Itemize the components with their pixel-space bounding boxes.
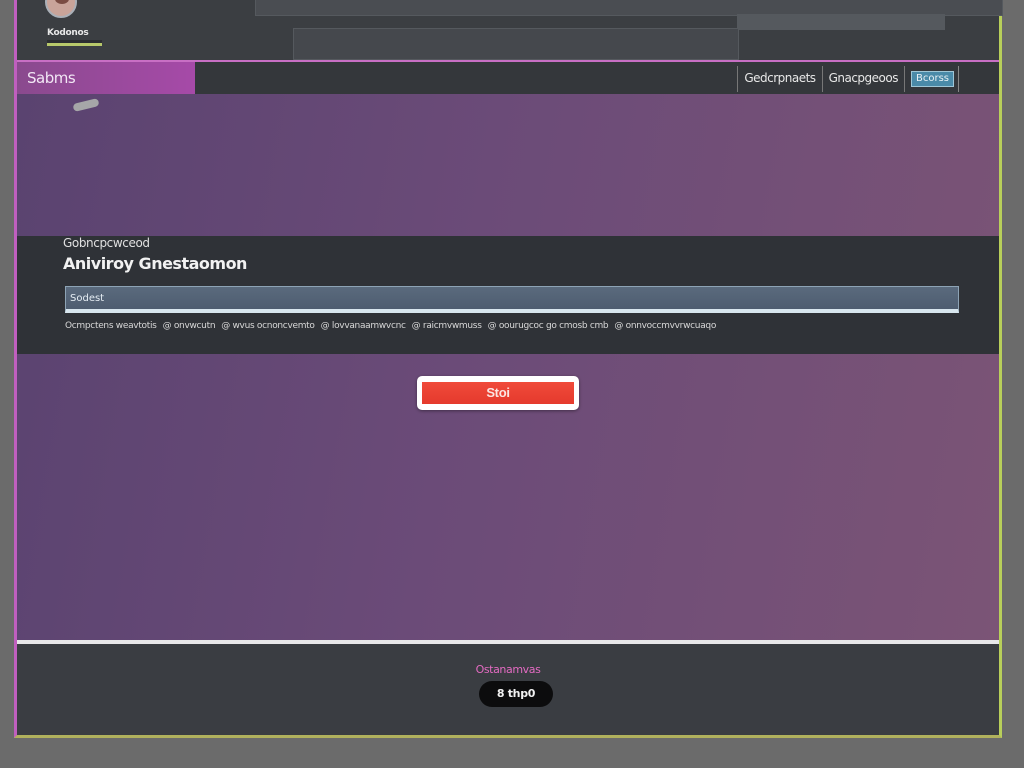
filter-option-5[interactable]: @ raicmvwmuss (412, 321, 482, 331)
filter-option-6[interactable]: @ oourugcoc go cmosb cmb (488, 321, 609, 331)
start-button-label: Stoi (422, 382, 574, 404)
nav-links: Gedcrpnaets Gnacpgeoos Bcorss (737, 66, 959, 92)
filter-options: Ocmpctens weavtotis @ onvwcutn @ wvus oc… (65, 321, 716, 331)
top-bar: Kodonos (17, 0, 1003, 60)
nav-divider (958, 66, 959, 92)
filter-option-7[interactable]: @ onnvoccmvvrwcuaqo (614, 321, 716, 331)
nav-link-2[interactable]: Gnacpgeoos (821, 66, 905, 92)
filter-option-4[interactable]: @ lovvanaamwvcnc (321, 321, 406, 331)
hero-background (17, 94, 999, 640)
user-status-bar (47, 43, 102, 46)
nav-link-1[interactable]: Gedcrpnaets (737, 66, 823, 92)
nav-action-button[interactable]: Bcorss (910, 71, 954, 87)
start-button[interactable]: Stoi (417, 376, 579, 410)
brand-logo[interactable]: Sabms (17, 62, 195, 94)
panel-heading: Aniviroy Gnestaomon (63, 254, 247, 273)
top-field-center[interactable] (293, 28, 739, 60)
filter-option-2[interactable]: @ onvwcutn (163, 321, 216, 331)
panel-title: Gobncpcwceod (63, 236, 150, 250)
main-navigation: Sabms Gedcrpnaets Gnacpgeoos Bcorss (17, 60, 999, 94)
search-input[interactable] (65, 286, 959, 313)
footer-label: Ostanamvas (475, 663, 541, 676)
user-avatar[interactable] (45, 0, 77, 18)
top-field-right[interactable] (737, 14, 945, 30)
footer-badge-button[interactable]: 8 thp0 (479, 681, 553, 707)
filter-option-1[interactable]: Ocmpctens weavtotis (65, 321, 157, 331)
app-window: Kodonos Sabms Gedcrpnaets Gnacpgeoos Bco… (14, 0, 1003, 738)
filter-option-3[interactable]: @ wvus ocnoncvemto (221, 321, 315, 331)
user-name: Kodonos (47, 28, 89, 38)
